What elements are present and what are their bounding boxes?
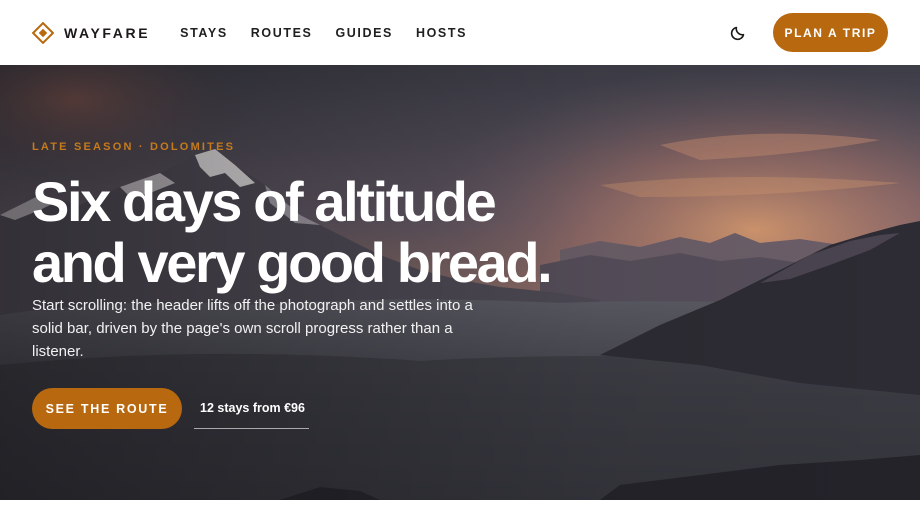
stays-price-link[interactable]: 12 stays from €96 xyxy=(194,388,309,429)
header-actions: PLAN A TRIP xyxy=(729,13,888,52)
nav-item-hosts[interactable]: HOSTS xyxy=(416,26,467,40)
see-the-route-button[interactable]: SEE THE ROUTE xyxy=(32,388,182,429)
headline-line-2: and very good bread. xyxy=(32,231,553,294)
diamond-logo-icon xyxy=(32,21,54,44)
hero: LATE SEASON · DOLOMITES Six days of alti… xyxy=(0,65,920,500)
hero-actions: SEE THE ROUTE 12 stays from €96 xyxy=(32,388,309,429)
nav-item-stays[interactable]: STAYS xyxy=(180,26,228,40)
hero-lede: Start scrolling: the header lifts off th… xyxy=(32,297,473,360)
headline-line-1: Six days of altitude xyxy=(32,170,497,233)
moon-icon[interactable] xyxy=(729,24,747,42)
brand-name: WAYFARE xyxy=(64,24,151,41)
site-header: WAYFARE STAYS ROUTES GUIDES HOSTS PLAN A… xyxy=(0,0,920,65)
main-nav: STAYS ROUTES GUIDES HOSTS xyxy=(180,26,490,40)
plan-a-trip-button[interactable]: PLAN A TRIP xyxy=(773,13,888,52)
hero-eyebrow: LATE SEASON · DOLOMITES xyxy=(32,141,236,153)
hero-headline: Six days of altitude and very good bread… xyxy=(32,171,652,293)
nav-item-guides[interactable]: GUIDES xyxy=(335,26,393,40)
brand[interactable]: WAYFARE xyxy=(32,21,151,44)
nav-item-routes[interactable]: ROUTES xyxy=(251,26,313,40)
